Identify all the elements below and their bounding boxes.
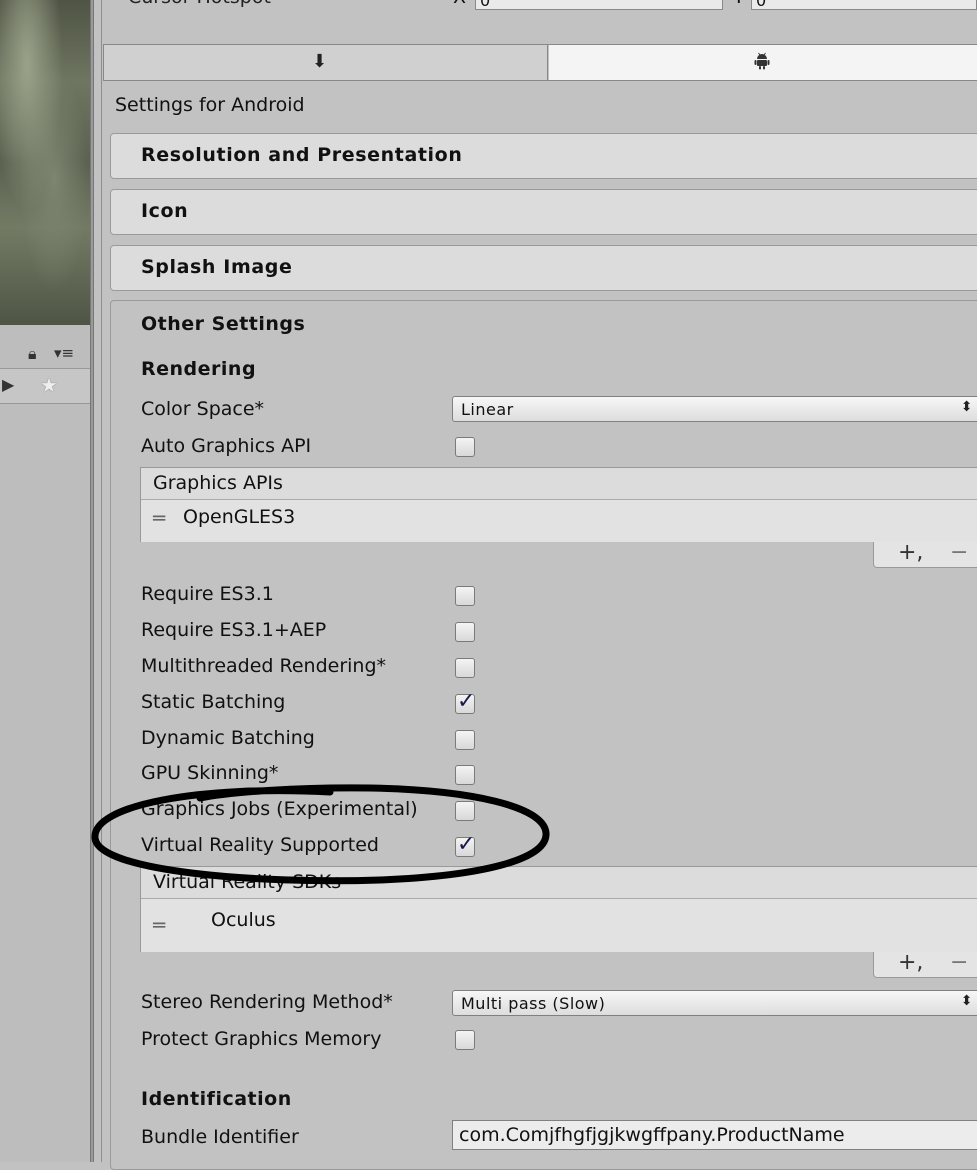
drag-handle-icon[interactable]: ═ (153, 506, 165, 530)
left-panel: 🔒︎ ▾≡ ▶ ★ (0, 0, 90, 1162)
tab-android[interactable] (549, 45, 977, 80)
vr-supported-checkbox[interactable]: ✓ (455, 832, 475, 857)
foldout-icon[interactable]: Icon (110, 189, 977, 235)
play-icon[interactable]: ▶ (2, 375, 14, 394)
vr-sdks-header: Virtual Reality SDKs (141, 867, 977, 899)
graphics-apis-footer: +, − (873, 540, 977, 568)
require-es31-aep-label: Require ES3.1+AEP (141, 619, 327, 641)
dynamic-batching-label: Dynamic Batching (141, 727, 315, 749)
drag-handle-icon[interactable]: ═ (153, 913, 165, 937)
android-icon (754, 52, 770, 74)
foldout-other-title[interactable]: Other Settings (141, 313, 305, 335)
foldout-resolution-title: Resolution and Presentation (141, 144, 463, 166)
vr-sdks-list: Virtual Reality SDKs ═ Oculus (140, 866, 977, 952)
download-icon: ⬇ (312, 51, 328, 72)
vr-sdk-item[interactable]: Oculus (211, 909, 276, 931)
scene-preview (0, 0, 90, 325)
panel-toolbar: 🔒︎ ▾≡ (0, 340, 90, 368)
graphics-apis-body: ═ OpenGLES3 (141, 500, 977, 542)
chevron-updown-icon: ⬍ (960, 993, 973, 1009)
graphics-jobs-label: Graphics Jobs (Experimental) (141, 798, 418, 820)
hotspot-x-label: X (453, 0, 466, 8)
color-space-value: Linear (461, 400, 514, 419)
vr-sdks-footer: +, − (873, 950, 977, 978)
identification-heading: Identification (141, 1088, 292, 1110)
checkmark-icon: ✓ (457, 832, 476, 857)
vr-sdks-title: Virtual Reality SDKs (153, 871, 342, 893)
protect-memory-label: Protect Graphics Memory (141, 1028, 382, 1050)
multithreaded-rendering-checkbox[interactable] (455, 658, 475, 678)
graphics-apis-remove-button[interactable]: − (950, 540, 968, 565)
graphics-jobs-checkbox[interactable] (455, 801, 475, 821)
cursor-hotspot-row: Cursor Hotspot X 0 Y 0 (103, 0, 977, 12)
vr-sdks-body: ═ Oculus (141, 899, 977, 952)
foldout-splash-title: Splash Image (141, 256, 293, 278)
hotspot-y-field[interactable]: 0 (751, 0, 977, 10)
graphics-apis-title: Graphics APIs (153, 472, 283, 494)
require-es31-checkbox[interactable] (455, 586, 475, 606)
graphics-apis-header: Graphics APIs (141, 468, 977, 500)
foldout-splash[interactable]: Splash Image (110, 245, 977, 291)
favorites-row: ▶ ★ (0, 368, 90, 404)
static-batching-checkbox[interactable]: ✓ (455, 689, 475, 714)
dynamic-batching-checkbox[interactable] (455, 730, 475, 750)
require-es31-aep-checkbox[interactable] (455, 622, 475, 642)
stereo-rendering-label: Stereo Rendering Method* (141, 991, 393, 1013)
auto-graphics-api-checkbox[interactable] (455, 437, 475, 457)
multithreaded-rendering-label: Multithreaded Rendering* (141, 655, 387, 677)
bundle-identifier-label: Bundle Identifier (141, 1126, 299, 1148)
menu-icon[interactable]: ▾≡ (54, 344, 74, 362)
stereo-rendering-value: Multi pass (Slow) (461, 994, 606, 1013)
graphics-apis-list: Graphics APIs ═ OpenGLES3 (140, 467, 977, 542)
gpu-skinning-label: GPU Skinning* (141, 762, 279, 784)
platform-tabs: ⬇ (103, 44, 977, 81)
graphics-apis-add-button[interactable]: +, (898, 540, 923, 565)
graphics-api-item[interactable]: OpenGLES3 (183, 506, 295, 528)
lock-icon[interactable]: 🔒︎ (28, 344, 37, 364)
player-settings-inspector: Cursor Hotspot X 0 Y 0 ⬇ (103, 0, 977, 1170)
color-space-label: Color Space* (141, 398, 265, 420)
require-es31-label: Require ES3.1 (141, 583, 274, 605)
other-settings-section: Other Settings Rendering Color Space* Li… (110, 300, 977, 1170)
foldout-icon-title: Icon (141, 200, 189, 222)
chevron-updown-icon: ⬍ (960, 399, 973, 415)
foldout-resolution[interactable]: Resolution and Presentation (110, 133, 977, 179)
color-space-dropdown[interactable]: Linear ⬍ (452, 396, 977, 422)
static-batching-label: Static Batching (141, 691, 286, 713)
vr-sdks-remove-button[interactable]: − (950, 950, 968, 975)
hotspot-x-field[interactable]: 0 (475, 0, 723, 10)
protect-memory-checkbox[interactable] (455, 1030, 475, 1050)
vr-sdks-add-button[interactable]: +, (898, 950, 923, 975)
vr-supported-label: Virtual Reality Supported (141, 834, 379, 856)
hotspot-y-label: Y (733, 0, 745, 8)
panel-gutter (94, 0, 102, 1162)
checkmark-icon: ✓ (457, 689, 476, 714)
tab-standalone[interactable]: ⬇ (103, 45, 548, 80)
gpu-skinning-checkbox[interactable] (455, 765, 475, 785)
settings-header: Settings for Android (115, 94, 305, 116)
auto-graphics-api-label: Auto Graphics API (141, 435, 312, 457)
cursor-hotspot-label: Cursor Hotspot (128, 0, 271, 8)
star-icon[interactable]: ★ (40, 373, 58, 397)
stereo-rendering-dropdown[interactable]: Multi pass (Slow) ⬍ (452, 990, 977, 1016)
bundle-identifier-field[interactable]: com.Comjfhgfjgjkwgffpany.ProductName (452, 1120, 977, 1150)
rendering-heading: Rendering (141, 358, 257, 380)
